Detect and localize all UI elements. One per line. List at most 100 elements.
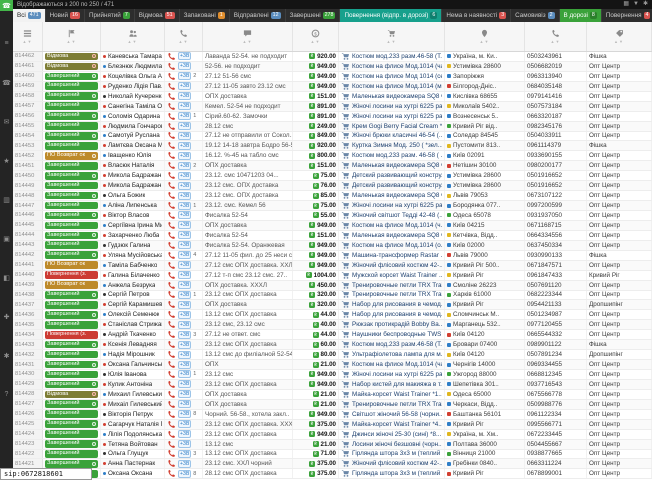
- delivery-location[interactable]: Баштанка 56101: [453, 411, 501, 418]
- status-badge[interactable]: Завершений: [45, 182, 98, 190]
- delivery-location[interactable]: Кривий Ріг: [453, 272, 484, 279]
- status-badge[interactable]: Завершений: [45, 232, 98, 240]
- call-button[interactable]: +ЗВ: [178, 122, 191, 130]
- delivery-location[interactable]: Вінниця 21000: [453, 450, 495, 457]
- delivery-location[interactable]: Білгород-Дніс..: [453, 83, 496, 90]
- delivery-location[interactable]: Нетішин 30100: [453, 162, 496, 169]
- client-name[interactable]: Андрій Ткаченко: [108, 331, 156, 338]
- order-row[interactable]: 814461ВідмоваБлезнюк Людмила+ЗВ52-56. не…: [13, 62, 652, 72]
- call-phone-icon[interactable]: [167, 450, 176, 459]
- call-phone-icon[interactable]: [167, 141, 176, 150]
- call-phone-icon[interactable]: [167, 291, 176, 300]
- order-row[interactable]: 814441ПО Возврат окТаміла Бабченко+ЗВ27.…: [13, 261, 652, 271]
- call-button[interactable]: +ЗВ: [178, 152, 191, 160]
- client-name[interactable]: Юлія Іванова: [108, 371, 147, 378]
- order-row[interactable]: 814430ЗавершенийЮлія Іванова+ЗВ123.12 см…: [13, 370, 652, 380]
- client-name[interactable]: Галина Білаченко: [108, 272, 160, 279]
- product-name[interactable]: Машина-трансформер Rastar ...: [352, 252, 442, 259]
- status-badge[interactable]: Завершений: [45, 460, 98, 468]
- call-button[interactable]: +ЗВ: [178, 162, 191, 170]
- delivery-location[interactable]: Харків 61000: [453, 291, 491, 298]
- menu-icon[interactable]: ≡: [0, 37, 13, 50]
- delivery-location[interactable]: Черкаси, Відд..: [453, 401, 497, 408]
- tab-2[interactable]: Прийнятий7: [85, 9, 135, 22]
- call-button[interactable]: +ЗВ: [178, 132, 191, 140]
- order-row[interactable]: 814435ЗавершенийСтаніслав Стрижак+ЗВ23.1…: [13, 320, 652, 330]
- call-button[interactable]: +ЗВ: [178, 221, 191, 229]
- delivery-location[interactable]: Кривий Ріг від..: [453, 123, 497, 130]
- call-button[interactable]: +ЗВ: [178, 112, 191, 120]
- client-name[interactable]: Ксенія Левадняя: [108, 341, 157, 348]
- order-row[interactable]: 814428ВідмоваМихаил Гилевський+ЗВОПХ дос…: [13, 390, 652, 400]
- chart-icon[interactable]: ▥: [0, 193, 13, 206]
- product-name[interactable]: Костюм на флисе Мод.1014 (ча...: [352, 63, 442, 70]
- sort-arrows-icon[interactable]: ▲▼: [387, 40, 397, 44]
- delivery-location[interactable]: Устимівка 28600: [453, 63, 501, 70]
- column-header-phone[interactable]: ▲▼: [525, 22, 587, 51]
- client-name[interactable]: Іващенко Юлія: [108, 152, 151, 159]
- sort-arrows-icon[interactable]: ▲▼: [614, 40, 624, 44]
- client-name[interactable]: Николай Кучеренко: [108, 93, 162, 100]
- call-button[interactable]: +ЗВ: [178, 271, 191, 279]
- call-phone-icon[interactable]: [167, 430, 176, 439]
- call-phone-icon[interactable]: [167, 390, 176, 399]
- sip-status-bar[interactable]: sip:0672818601: [0, 468, 92, 480]
- status-badge[interactable]: Завершений: [45, 92, 98, 100]
- delivery-location[interactable]: Бровари 07400: [453, 341, 497, 348]
- call-button[interactable]: +ЗВ: [178, 440, 191, 448]
- call-phone-icon[interactable]: [167, 102, 176, 111]
- order-row[interactable]: 814436ЗавершенийОлексій Семенюк+ЗВ13.12 …: [13, 310, 652, 320]
- order-row[interactable]: 814438ЗавершенийСергій Петров+ЗВ123.12 с…: [13, 291, 652, 301]
- order-row[interactable]: 814442ЗавершенийУляна Мусійовська+ЗВ427.…: [13, 251, 652, 261]
- product-name[interactable]: Жіночі брюки класичні 46-54 (...: [352, 132, 442, 139]
- sort-arrows-icon[interactable]: ▲▼: [551, 40, 561, 44]
- order-row[interactable]: 814420ЗавершенийОксана Оксана+ЗВ828.12 с…: [13, 469, 652, 479]
- client-name[interactable]: Коцелівка Ольга Ар..: [108, 73, 162, 80]
- order-row[interactable]: 814459ЗавершенийРуденко Лідія Пав..+ЗВ27…: [13, 82, 652, 92]
- call-phone-icon[interactable]: [167, 171, 176, 180]
- call-phone-icon[interactable]: [167, 271, 176, 280]
- order-row[interactable]: 814422ЗавершенийОльга Глущук+ЗВ313.12 см…: [13, 450, 652, 460]
- tab-0[interactable]: Всі471: [13, 9, 46, 22]
- product-name[interactable]: Жіночий світшот Тедді 42-48 (...: [352, 212, 442, 219]
- delivery-location[interactable]: Шепетівка 301..: [453, 381, 499, 388]
- product-name[interactable]: Наушники беспроводные TWS ...: [352, 331, 442, 338]
- call-phone-icon[interactable]: [167, 370, 176, 379]
- status-badge[interactable]: Завершений: [45, 222, 98, 230]
- delivery-location[interactable]: Марганець 532..: [453, 321, 501, 328]
- client-name[interactable]: Ламтєва Оксана Мих..: [108, 142, 162, 149]
- product-name[interactable]: Костюм на флисе Мод.1014 (о...: [352, 242, 442, 249]
- status-badge[interactable]: Завершений: [45, 341, 98, 349]
- client-name[interactable]: Оксана Оксана: [108, 470, 152, 477]
- status-badge[interactable]: Завершений: [45, 241, 98, 249]
- column-header-client[interactable]: ▲▼: [101, 22, 165, 51]
- order-row[interactable]: 814431ЗавершенийОксана Гальчинська+ЗВОПХ…: [13, 360, 652, 370]
- product-name[interactable]: Костюм на флисе Мод.1014 (ча...: [352, 361, 442, 368]
- tab-10[interactable]: В дорозі8: [560, 9, 602, 22]
- status-badge[interactable]: Завершений: [45, 381, 98, 389]
- delivery-location[interactable]: Львів 79000: [453, 252, 488, 259]
- status-badge[interactable]: Відмова: [45, 63, 98, 71]
- client-name[interactable]: Сергій Петров: [108, 291, 150, 298]
- order-row[interactable]: 814434Повернення (з.Андрій Ткаченко+ЗВ32…: [13, 330, 652, 340]
- client-name[interactable]: Тетяна Войтован: [108, 441, 158, 448]
- product-name[interactable]: Майка-корсет Waist Trainer *1...: [352, 391, 442, 398]
- call-button[interactable]: +ЗВ: [178, 142, 191, 150]
- sort-arrows-icon[interactable]: ▲▼: [480, 40, 490, 44]
- product-name[interactable]: Куртка Зимня Мод. 250 ( *зел...: [352, 142, 442, 149]
- sort-arrows-icon[interactable]: ▲▼: [311, 40, 321, 44]
- client-name[interactable]: Михаіл Гилевський: [108, 401, 162, 408]
- product-name[interactable]: Детский развивающий констру...: [352, 182, 442, 189]
- client-name[interactable]: Михаил Гилевський: [108, 391, 162, 398]
- product-name[interactable]: Набор для рисования в чемод...: [352, 311, 442, 318]
- tab-1[interactable]: Новий16: [46, 9, 85, 22]
- order-row[interactable]: 814449ЗавершенийМикола Бадражан+ЗВ23.12 …: [13, 181, 652, 191]
- order-row[interactable]: 814458ЗавершенийНиколай Кучеренко+ЗВОПХ …: [13, 92, 652, 102]
- order-row[interactable]: 814452ПО Возврат окІващенко Юлія+ЗВ16.12…: [13, 151, 652, 161]
- grid-icon[interactable]: ▦: [623, 0, 629, 9]
- orders-icon[interactable]: ▣: [0, 232, 13, 245]
- call-button[interactable]: +ЗВ: [178, 261, 191, 269]
- client-name[interactable]: Віктор Власов: [108, 212, 149, 219]
- call-button[interactable]: +ЗВ: [178, 92, 191, 100]
- product-name[interactable]: Жіночі лосини на хутрі 6225 ра...: [352, 371, 442, 378]
